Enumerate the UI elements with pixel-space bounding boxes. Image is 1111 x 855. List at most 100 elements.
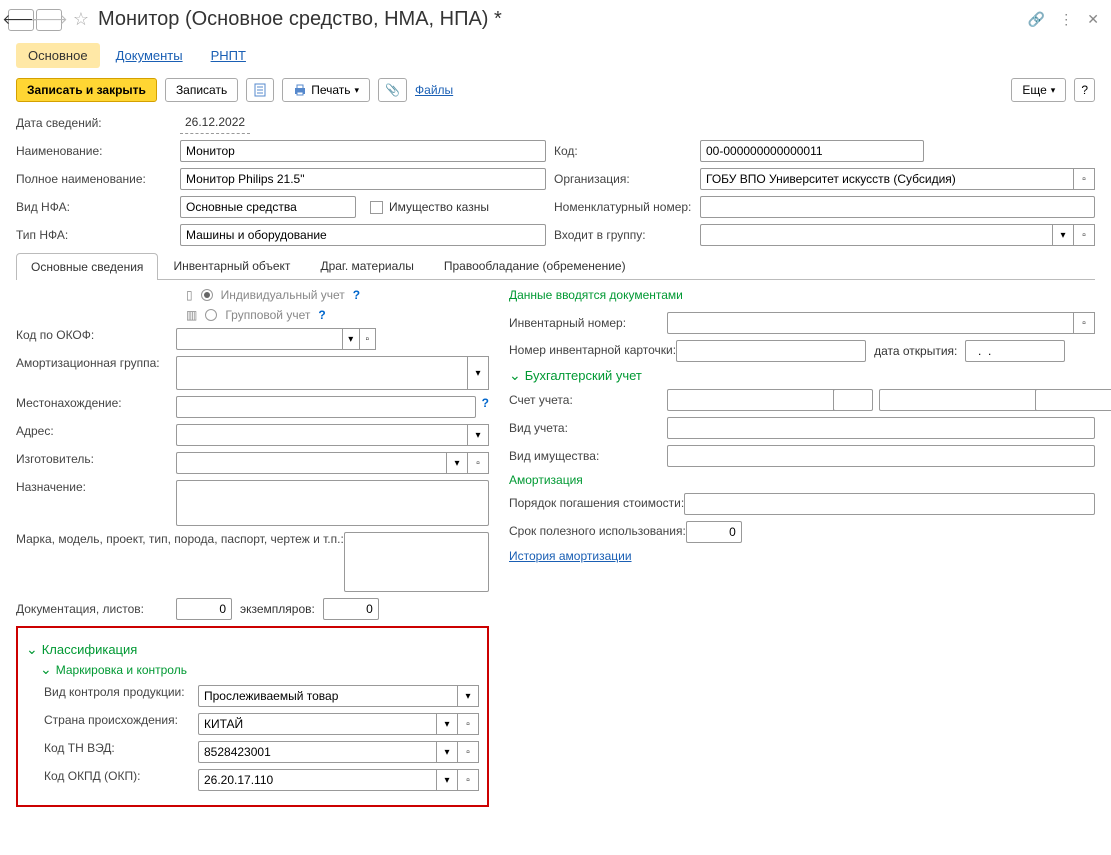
accounting-section[interactable]: Бухгалтерский учет <box>509 368 1095 383</box>
save-close-button[interactable]: Записать и закрыть <box>16 78 157 102</box>
chevron-down-icon: ▾ <box>355 85 360 96</box>
subtab-inventory[interactable]: Инвентарный объект <box>158 252 305 279</box>
paperclip-icon: 📎 <box>385 83 400 97</box>
group-input[interactable] <box>700 224 1053 246</box>
prop-type-input[interactable] <box>667 445 1095 467</box>
repay-input[interactable] <box>684 493 1095 515</box>
tab-documents[interactable]: Документы <box>104 43 195 68</box>
control-type-dropdown-button[interactable]: ▾ <box>457 685 479 707</box>
more-button[interactable]: Еще ▾ <box>1011 78 1066 102</box>
inv-num-open-button[interactable]: ▫ <box>1073 312 1095 334</box>
model-textarea[interactable] <box>344 532 489 592</box>
classification-section[interactable]: Классификация <box>26 642 479 657</box>
group-icon: ▥ <box>186 308 197 322</box>
okpd-input[interactable] <box>198 769 437 791</box>
nom-input[interactable] <box>700 196 1095 218</box>
amort-history-link[interactable]: История амортизации <box>509 549 632 563</box>
okof-input[interactable] <box>176 328 343 350</box>
tnved-input[interactable] <box>198 741 437 763</box>
manufacturer-dropdown-button[interactable]: ▾ <box>446 452 468 474</box>
marking-section[interactable]: Маркировка и контроль <box>40 663 479 677</box>
group-dropdown-button[interactable]: ▾ <box>1052 224 1074 246</box>
treasury-checkbox[interactable] <box>370 201 383 214</box>
tab-rnpt[interactable]: РНПТ <box>199 43 258 68</box>
subtab-materials[interactable]: Драг. материалы <box>305 252 428 279</box>
classification-highlight: Классификация Маркировка и контроль Вид … <box>16 626 489 807</box>
docs-sheets-input[interactable] <box>176 598 232 620</box>
purpose-textarea[interactable] <box>176 480 489 526</box>
model-label: Марка, модель, проект, тип, порода, пасп… <box>16 532 344 548</box>
country-open-button[interactable]: ▫ <box>457 713 479 735</box>
print-button[interactable]: Печать ▾ <box>282 78 370 102</box>
subtab-main[interactable]: Основные сведения <box>16 253 158 280</box>
account-extra1-input[interactable] <box>833 389 873 411</box>
chevron-down-icon <box>509 368 521 383</box>
document-icon <box>253 83 267 97</box>
attach-button[interactable]: 📎 <box>378 78 407 102</box>
docs-copies-input[interactable] <box>323 598 379 620</box>
country-label: Страна происхождения: <box>26 713 198 727</box>
inv-card-input[interactable] <box>676 340 866 362</box>
nav-forward-button[interactable]: 🡒 <box>36 9 62 31</box>
help-icon[interactable]: ? <box>353 288 360 302</box>
tnved-label: Код ТН ВЭД: <box>26 741 198 755</box>
okpd-open-button[interactable]: ▫ <box>457 769 479 791</box>
tnved-open-button[interactable]: ▫ <box>457 741 479 763</box>
org-open-button[interactable]: ▫ <box>1073 168 1095 190</box>
list-button[interactable] <box>246 78 274 102</box>
help-button[interactable]: ? <box>1074 78 1095 102</box>
radio-group[interactable] <box>205 309 217 321</box>
account-input[interactable] <box>667 389 834 411</box>
link-icon[interactable]: 🔗 <box>1028 11 1045 28</box>
treasury-label: Имущество казны <box>389 200 489 214</box>
country-dropdown-button[interactable]: ▾ <box>436 713 458 735</box>
nfa-kind-input[interactable] <box>180 224 546 246</box>
okof-open-button[interactable]: ▫ <box>359 328 377 350</box>
open-date-input[interactable] <box>965 340 1065 362</box>
address-label: Адрес: <box>16 424 176 438</box>
manufacturer-input[interactable] <box>176 452 447 474</box>
okpd-dropdown-button[interactable]: ▾ <box>436 769 458 791</box>
files-link[interactable]: Файлы <box>415 83 453 97</box>
data-by-docs-label: Данные вводятся документами <box>509 288 1095 302</box>
fullname-input[interactable] <box>180 168 546 190</box>
nfa-type-input[interactable] <box>180 196 356 218</box>
save-button[interactable]: Записать <box>165 78 238 102</box>
help-icon[interactable]: ? <box>482 396 489 410</box>
acct-type-input[interactable] <box>667 417 1095 439</box>
code-input[interactable] <box>700 140 924 162</box>
address-input[interactable] <box>176 424 468 446</box>
close-icon[interactable]: ✕ <box>1087 11 1099 28</box>
control-type-input[interactable] <box>198 685 458 707</box>
location-label: Местонахождение: <box>16 396 176 410</box>
okof-label: Код по ОКОФ: <box>16 328 176 342</box>
chevron-down-icon <box>40 663 52 677</box>
account-extra2-input[interactable] <box>879 389 1046 411</box>
location-input[interactable] <box>176 396 476 418</box>
manufacturer-label: Изготовитель: <box>16 452 176 466</box>
subtab-rights[interactable]: Правообладание (обременение) <box>429 252 641 279</box>
help-icon[interactable]: ? <box>318 308 325 322</box>
kebab-menu-icon[interactable]: ⋮ <box>1059 11 1073 28</box>
account-extra3-input[interactable] <box>1035 389 1111 411</box>
radio-individual[interactable] <box>201 289 213 301</box>
date-value[interactable]: 26.12.2022 <box>180 112 250 134</box>
nfa-type-label: Вид НФА: <box>16 200 180 214</box>
amort-group-dropdown-button[interactable]: ▾ <box>467 356 489 390</box>
name-input[interactable] <box>180 140 546 162</box>
useful-life-input[interactable] <box>686 521 742 543</box>
manufacturer-open-button[interactable]: ▫ <box>467 452 489 474</box>
favorite-star-icon[interactable]: ☆ <box>70 9 92 31</box>
country-input[interactable] <box>198 713 437 735</box>
org-input[interactable] <box>700 168 1074 190</box>
group-open-button[interactable]: ▫ <box>1073 224 1095 246</box>
code-label: Код: <box>554 144 700 158</box>
address-dropdown-button[interactable]: ▾ <box>467 424 489 446</box>
tnved-dropdown-button[interactable]: ▾ <box>436 741 458 763</box>
purpose-label: Назначение: <box>16 480 176 494</box>
inv-num-input[interactable] <box>667 312 1074 334</box>
okof-dropdown-button[interactable]: ▾ <box>342 328 360 350</box>
tab-main[interactable]: Основное <box>16 43 100 68</box>
nom-label: Номенклатурный номер: <box>554 200 700 214</box>
amort-group-input[interactable] <box>176 356 468 390</box>
